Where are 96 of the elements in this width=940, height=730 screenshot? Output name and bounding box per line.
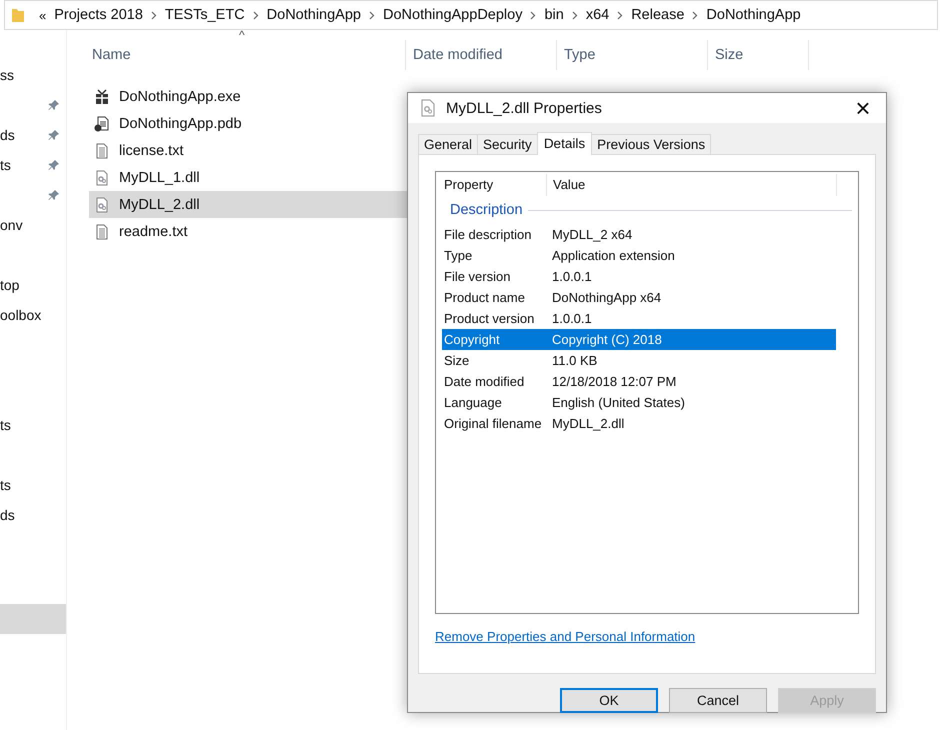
sidebar-item[interactable]: ds xyxy=(0,127,15,143)
property-name: Original filename xyxy=(443,416,543,431)
chevron-right-icon xyxy=(617,10,624,20)
property-value: 1.0.0.1 xyxy=(551,269,592,284)
property-row[interactable]: Language English (United States) xyxy=(442,392,836,413)
document-icon xyxy=(94,116,110,132)
file-row[interactable]: MyDLL_2.dll xyxy=(89,191,407,218)
property-value: MyDLL_2.dll xyxy=(551,416,624,431)
sidebar-item[interactable]: onv xyxy=(0,217,23,233)
pin-icon[interactable] xyxy=(48,159,60,171)
remove-properties-link[interactable]: Remove Properties and Personal Information xyxy=(435,629,696,644)
gear-file-icon xyxy=(94,196,110,212)
breadcrumb-item[interactable]: DoNothingApp xyxy=(266,7,361,23)
sidebar-item[interactable]: ds xyxy=(0,507,15,523)
chevron-right-icon xyxy=(369,10,375,20)
chevron-right-icon xyxy=(572,10,578,20)
file-name: MyDLL_2.dll xyxy=(119,196,200,212)
gear-file-icon xyxy=(420,99,436,117)
file-row[interactable]: license.txt xyxy=(89,137,407,164)
gear-file-icon xyxy=(94,170,110,186)
property-row[interactable]: File version 1.0.0.1 xyxy=(442,266,836,287)
dialog-button[interactable]: Cancel xyxy=(669,688,767,713)
chevron-right-icon xyxy=(150,10,157,20)
pin-icon[interactable] xyxy=(48,129,60,141)
property-name: Product name xyxy=(443,290,526,305)
address-bar[interactable]: « Projects 2018 TESTs_ETC DoNothingApp DoNothingAppDeploy bin x64 Release DoNothingApp xyxy=(4,0,938,30)
breadcrumb-item[interactable]: Release xyxy=(631,7,684,23)
text-file-icon xyxy=(94,224,110,240)
property-row[interactable]: Original filename MyDLL_2.dll xyxy=(442,413,836,434)
property-name: File description xyxy=(443,227,532,242)
chevron-right-icon xyxy=(530,10,536,20)
chevron-right-icon xyxy=(692,10,698,20)
property-value: Copyright (C) 2018 xyxy=(551,332,662,347)
sidebar-item[interactable]: ts xyxy=(0,157,11,173)
group-header: Description xyxy=(450,202,523,218)
property-value: 1.0.0.1 xyxy=(551,311,592,326)
sidebar-item[interactable]: ts xyxy=(0,417,11,433)
file-row[interactable]: MyDLL_1.dll xyxy=(89,164,407,191)
column-header[interactable]: Type xyxy=(564,47,596,63)
property-value: English (United States) xyxy=(551,395,685,410)
file-name: DoNothingApp.pdb xyxy=(119,116,242,132)
property-name: File version xyxy=(443,269,512,284)
file-row[interactable]: readme.txt xyxy=(89,218,407,245)
pin-icon[interactable] xyxy=(48,99,60,111)
column-header[interactable]: Value xyxy=(547,174,837,196)
property-name: Language xyxy=(443,395,503,410)
breadcrumb-item[interactable]: bin xyxy=(544,7,564,23)
sidebar-item[interactable]: oolbox xyxy=(0,307,42,323)
property-name: Type xyxy=(443,248,474,263)
property-value: DoNothingApp x64 xyxy=(551,290,662,305)
window-title: MyDLL_2.dll Properties xyxy=(446,100,603,116)
file-name: DoNothingApp.exe xyxy=(119,88,241,104)
property-name: Date modified xyxy=(443,374,526,389)
property-name: Size xyxy=(443,353,470,368)
property-name: Product version xyxy=(443,311,536,326)
column-header[interactable]: Date modified xyxy=(413,47,502,63)
property-value: MyDLL_2 x64 xyxy=(551,227,632,242)
property-row[interactable]: Copyright Copyright (C) 2018 xyxy=(442,329,836,350)
overflow-chevron[interactable]: « xyxy=(39,8,46,22)
column-header[interactable]: Size xyxy=(715,47,744,63)
folder-icon xyxy=(11,7,25,23)
breadcrumb-item[interactable]: DoNothingAppDeploy xyxy=(383,7,522,23)
pin-icon[interactable] xyxy=(48,189,60,201)
property-row[interactable]: Size 11.0 KB xyxy=(442,350,836,371)
file-row[interactable]: DoNothingApp.exe xyxy=(89,83,407,110)
file-name: license.txt xyxy=(119,142,184,158)
chevron-right-icon xyxy=(252,10,259,20)
text-file-icon xyxy=(94,142,110,158)
breadcrumb-item[interactable]: Projects 2018 xyxy=(54,7,143,23)
dialog-button[interactable]: OK xyxy=(560,688,658,713)
sidebar-item[interactable]: ss xyxy=(0,67,14,83)
breadcrumb-item[interactable]: x64 xyxy=(586,7,610,23)
property-row[interactable]: Product name DoNothingApp x64 xyxy=(442,287,836,308)
file-name: MyDLL_1.dll xyxy=(119,170,200,186)
tab[interactable]: Security xyxy=(477,134,538,154)
property-row[interactable]: Type Application extension xyxy=(442,245,836,266)
close-button[interactable]: × xyxy=(840,93,886,123)
breadcrumb-item[interactable]: TESTs_ETC xyxy=(164,7,245,23)
property-value: Application extension xyxy=(551,248,675,263)
property-row[interactable]: Date modified 12/18/2018 12:07 PM xyxy=(442,371,836,392)
property-row[interactable]: Product version 1.0.0.1 xyxy=(442,308,836,329)
property-name: Copyright xyxy=(443,332,501,347)
file-row[interactable]: DoNothingApp.pdb xyxy=(89,110,407,137)
file-name: readme.txt xyxy=(119,224,188,240)
tab[interactable]: General xyxy=(418,134,478,154)
property-value: 12/18/2018 12:07 PM xyxy=(551,374,676,389)
column-header[interactable]: Name xyxy=(92,47,131,63)
breadcrumb-item[interactable]: DoNothingApp xyxy=(706,7,801,23)
sidebar-item[interactable]: top xyxy=(0,277,20,293)
sort-caret-icon: ^ xyxy=(239,28,245,42)
tab[interactable]: Details xyxy=(536,132,592,155)
tab[interactable]: Previous Versions xyxy=(591,134,712,154)
property-row[interactable]: File description MyDLL_2 x64 xyxy=(442,224,836,245)
column-header[interactable]: Property xyxy=(442,174,547,196)
property-value: 11.0 KB xyxy=(551,353,598,368)
sidebar-item[interactable]: ts xyxy=(0,477,11,493)
